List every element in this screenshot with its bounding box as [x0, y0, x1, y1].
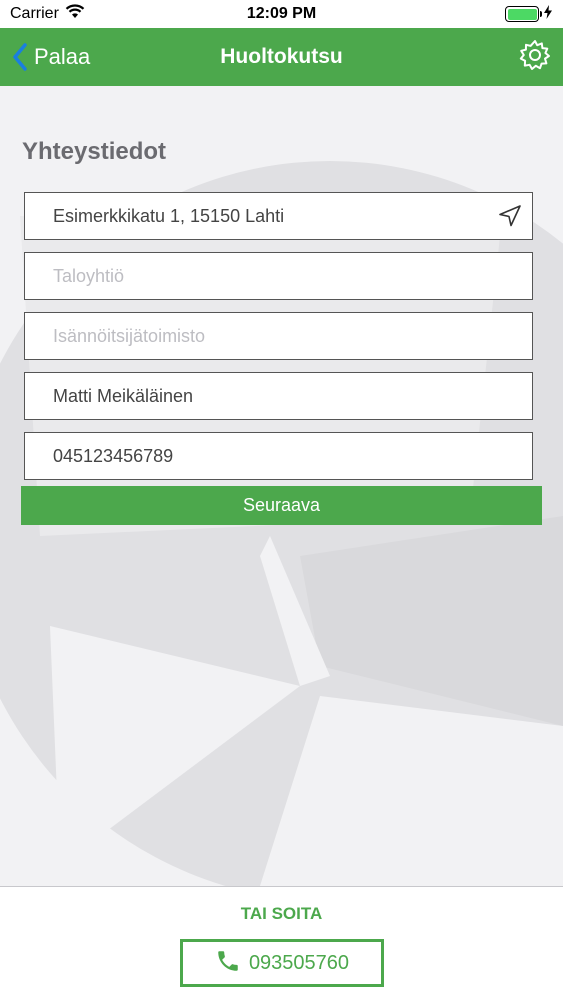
address-input[interactable] — [53, 205, 504, 227]
battery-level — [507, 8, 537, 20]
gear-icon — [519, 39, 551, 76]
housing-company-field[interactable] — [24, 252, 533, 300]
carrier-label: Carrier — [10, 5, 59, 22]
or-call-label: TAI SOITA — [240, 904, 323, 923]
property-manager-field[interactable] — [24, 312, 533, 360]
status-right — [393, 4, 553, 24]
back-label: Palaa — [34, 44, 91, 69]
wifi-icon — [65, 4, 85, 24]
name-input[interactable] — [53, 385, 504, 407]
address-field[interactable] — [24, 192, 533, 240]
phone-icon — [215, 948, 241, 979]
section-title: Yhteystiedot — [22, 138, 167, 165]
chevron-left-icon — [12, 43, 28, 71]
phone-input[interactable] — [53, 445, 504, 467]
phone-field[interactable] — [24, 432, 533, 480]
main-content: Yhteystiedot Seuraava — [0, 86, 563, 886]
property-manager-input[interactable] — [53, 325, 504, 347]
battery-icon — [505, 6, 542, 22]
status-time: 12:09 PM — [246, 5, 317, 22]
housing-company-input[interactable] — [53, 265, 504, 287]
status-left: Carrier — [10, 4, 170, 24]
page-title: Huoltokutsu — [220, 45, 343, 68]
call-number: 093505760 — [248, 951, 350, 974]
charging-icon — [543, 4, 553, 24]
location-arrow-icon[interactable] — [498, 204, 522, 233]
name-field[interactable] — [24, 372, 533, 420]
back-button[interactable]: Palaa — [12, 43, 162, 71]
navigation-bar: Palaa Huoltokutsu — [0, 28, 563, 86]
next-button[interactable]: Seuraava — [21, 486, 542, 525]
status-bar: Carrier 12:09 PM — [0, 0, 563, 28]
call-button[interactable]: 093505760 — [180, 939, 384, 987]
settings-button[interactable] — [401, 39, 551, 76]
call-footer: TAI SOITA 093505760 — [0, 886, 563, 1000]
